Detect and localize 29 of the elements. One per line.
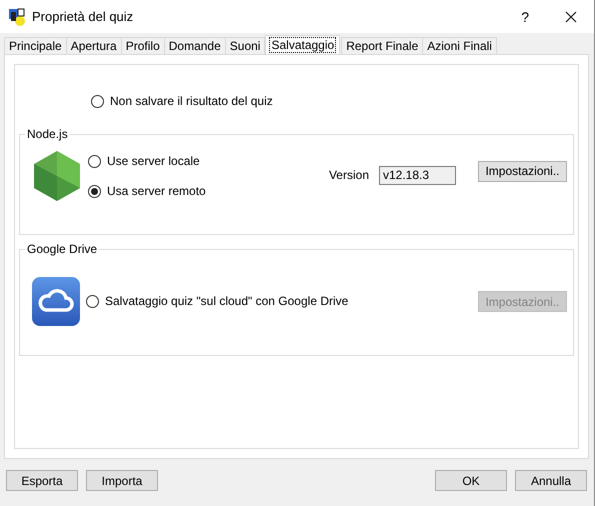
version-field[interactable]: v12.18.3 [379, 166, 456, 184]
tab[interactable]: Apertura [66, 37, 122, 54]
radio-label[interactable]: Use server locale [107, 154, 200, 168]
cloud-icon [32, 277, 80, 326]
radio-button[interactable] [88, 184, 101, 198]
app-icon [8, 8, 26, 26]
hexagon-icon [34, 151, 80, 201]
dialog-button[interactable]: Esporta [6, 470, 78, 491]
tab[interactable]: Azioni Finali [422, 37, 497, 54]
tab[interactable]: Salvataggio [265, 35, 340, 54]
help-button[interactable]: ? [521, 8, 529, 24]
window-title: Proprietà del quiz [32, 9, 134, 24]
dialog-button[interactable]: Importa [86, 470, 158, 491]
close-icon[interactable] [565, 10, 577, 22]
tab[interactable]: Report Finale [341, 37, 424, 54]
tab[interactable]: Suoni [224, 37, 266, 54]
tab[interactable]: Principale [4, 37, 67, 54]
settings-button[interactable]: Impostazioni.. [478, 160, 567, 182]
dialog-button[interactable]: OK [435, 470, 507, 491]
group-title: Google Drive [26, 242, 98, 256]
radio-label[interactable]: Usa server remoto [107, 184, 206, 198]
radio-label[interactable]: Salvataggio quiz "sul cloud" con Google Drive [105, 294, 348, 308]
radio-button[interactable] [88, 154, 101, 168]
group-title: Node.js [26, 127, 69, 141]
version-label: Version [328, 168, 369, 182]
radio-button[interactable] [91, 94, 104, 108]
radio-label[interactable]: Non salvare il risultato del quiz [110, 94, 273, 108]
radio-button[interactable] [86, 294, 99, 308]
dialog-button[interactable]: Annulla [515, 470, 587, 491]
